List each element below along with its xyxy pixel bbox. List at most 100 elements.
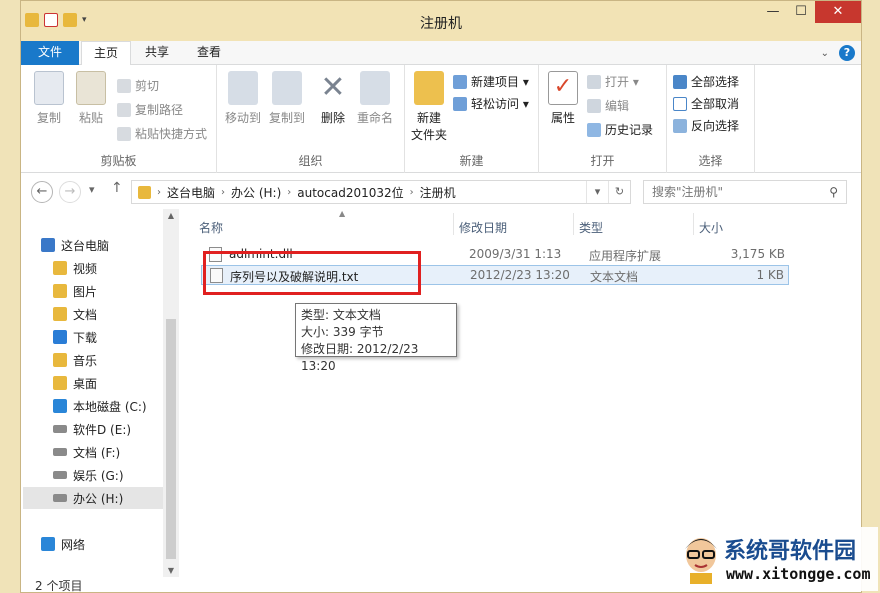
rename-icon — [360, 71, 390, 105]
forward-button[interactable]: → — [59, 181, 81, 203]
copy-to-button[interactable]: 复制到 — [265, 71, 309, 126]
breadcrumb-drive-h[interactable]: 办公 (H:) — [231, 184, 281, 201]
rename-button[interactable]: 重命名 — [353, 71, 397, 126]
nav-item-network[interactable]: 网络 — [41, 533, 85, 555]
breadcrumb-separator: › — [409, 186, 414, 198]
properties-check-icon: ✓ — [548, 71, 578, 105]
tab-view[interactable]: 查看 — [185, 41, 233, 65]
nav-item-drive-f[interactable]: 文档 (F:) — [53, 441, 120, 463]
tab-home[interactable]: 主页 — [81, 41, 132, 66]
breadcrumb-this-pc[interactable]: 这台电脑 — [167, 184, 215, 201]
invert-selection-icon — [673, 118, 687, 133]
delete-x-icon: ✕ — [320, 70, 346, 105]
tab-share[interactable]: 共享 — [133, 41, 181, 65]
nav-item-drive-h[interactable]: 办公 (H:) — [23, 487, 163, 509]
history-button[interactable]: 历史记录 — [587, 121, 653, 138]
breadcrumb-autocad-folder[interactable]: autocad201032位 — [297, 184, 403, 201]
column-header-type[interactable]: 类型 — [579, 219, 603, 236]
tooltip-type: 类型: 文本文档 — [301, 308, 381, 322]
breadcrumb-current-folder[interactable]: 注册机 — [420, 184, 456, 201]
up-button[interactable]: ↑ — [111, 180, 123, 196]
column-divider[interactable] — [693, 213, 694, 235]
window-controls: — ☐ ✕ — [759, 1, 861, 23]
edit-button[interactable]: 编辑 — [587, 97, 629, 114]
select-all-icon — [673, 74, 687, 89]
open-button[interactable]: 打开 ▾ — [587, 73, 639, 90]
select-all-button[interactable]: 全部选择 — [673, 73, 739, 90]
easy-access-icon — [453, 96, 467, 111]
file-list: ▲ 名称 修改日期 类型 大小 adlmint.dll 2009/3/31 1:… — [191, 209, 861, 579]
nav-item-drive-e[interactable]: 软件D (E:) — [53, 418, 131, 440]
new-folder-icon — [414, 71, 444, 105]
properties-button[interactable]: ✓ 属性 — [545, 71, 581, 126]
minimize-button[interactable]: — — [759, 1, 787, 23]
nav-item-downloads[interactable]: 下载 — [53, 326, 97, 348]
delete-button[interactable]: ✕ 删除 — [315, 71, 351, 126]
nav-pane-scrollbar[interactable]: ▲ ▼ — [163, 209, 179, 577]
column-header-date[interactable]: 修改日期 — [459, 219, 507, 236]
organize-group: 移动到 复制到 ✕ 删除 重命名 组织 — [217, 65, 405, 173]
search-icon[interactable]: ⚲ — [829, 181, 838, 203]
watermark-title: 系统哥软件园 — [724, 539, 857, 564]
paste-shortcut-button[interactable]: 粘贴快捷方式 — [117, 125, 207, 142]
select-none-button[interactable]: 全部取消 — [673, 95, 739, 112]
help-icon[interactable]: ? — [839, 45, 855, 61]
watermark-logo: 系统哥软件园 www.xitongge.com — [676, 527, 878, 591]
copy-path-icon — [117, 102, 131, 117]
back-button[interactable]: ← — [31, 181, 53, 203]
select-none-icon — [673, 96, 687, 111]
ribbon-tabs: 文件 主页 共享 查看 ⌄ ? — [21, 41, 861, 66]
select-group-label: 选择 — [698, 154, 723, 168]
watermark-url: www.xitongge.com — [726, 565, 871, 583]
scroll-up-arrow[interactable]: ▲ — [163, 211, 179, 220]
address-bar[interactable]: › 这台电脑 › 办公 (H:) › autocad201032位 › 注册机 … — [131, 180, 631, 204]
search-placeholder: 搜索"注册机" — [652, 185, 724, 199]
paste-button[interactable]: 粘贴 — [71, 71, 111, 126]
search-input[interactable]: 搜索"注册机" ⚲ — [643, 180, 847, 204]
copy-button[interactable]: 复制 — [29, 71, 69, 126]
edit-icon — [587, 98, 601, 113]
move-to-button[interactable]: 移动到 — [221, 71, 265, 126]
open-group: ✓ 属性 打开 ▾ 编辑 历史记录 打开 — [539, 65, 667, 173]
scroll-down-arrow[interactable]: ▼ — [163, 566, 179, 575]
file-tooltip: 类型: 文本文档 大小: 339 字节 修改日期: 2012/2/23 13:2… — [295, 303, 457, 373]
address-history-dropdown[interactable]: ▾ — [586, 181, 608, 203]
cut-button[interactable]: 剪切 — [117, 77, 159, 94]
ribbon-expand-icon[interactable]: ⌄ — [821, 48, 829, 59]
nav-item-documents[interactable]: 文档 — [53, 303, 97, 325]
nav-item-drive-c[interactable]: 本地磁盘 (C:) — [53, 395, 147, 417]
easy-access-button[interactable]: 轻松访问 ▾ — [453, 95, 529, 112]
nav-item-videos[interactable]: 视频 — [53, 257, 97, 279]
nav-item-this-pc[interactable]: 这台电脑 — [41, 234, 109, 256]
new-item-button[interactable]: 新建项目 ▾ — [453, 73, 529, 90]
highlight-box — [203, 251, 421, 295]
new-group-label: 新建 — [459, 154, 484, 168]
column-divider[interactable] — [453, 213, 454, 235]
tab-file[interactable]: 文件 — [21, 41, 79, 65]
maximize-button[interactable]: ☐ — [787, 1, 815, 23]
nav-item-desktop[interactable]: 桌面 — [53, 372, 97, 394]
column-divider[interactable] — [573, 213, 574, 235]
sort-ascending-icon: ▲ — [339, 209, 346, 218]
drive-icon — [53, 494, 67, 502]
videos-folder-icon — [53, 261, 67, 275]
close-button[interactable]: ✕ — [815, 1, 861, 23]
refresh-icon[interactable]: ↻ — [608, 181, 630, 203]
invert-selection-button[interactable]: 反向选择 — [673, 117, 739, 134]
paste-icon — [76, 71, 106, 105]
nav-item-drive-g[interactable]: 娱乐 (G:) — [53, 464, 124, 486]
clipboard-group-label: 剪贴板 — [100, 154, 137, 168]
copy-path-button[interactable]: 复制路径 — [117, 101, 183, 118]
desktop-folder-icon — [53, 376, 67, 390]
nav-item-pictures[interactable]: 图片 — [53, 280, 97, 302]
scrollbar-thumb[interactable] — [166, 319, 176, 559]
title-bar: ▾ 注册机 — ☐ ✕ — [21, 1, 861, 41]
column-header-size[interactable]: 大小 — [699, 219, 723, 236]
drive-icon — [53, 448, 67, 456]
nav-item-music[interactable]: 音乐 — [53, 349, 97, 371]
history-icon — [587, 122, 601, 137]
column-header-name[interactable]: 名称 — [199, 219, 223, 236]
recent-locations-dropdown[interactable]: ▾ — [89, 183, 95, 196]
new-folder-button[interactable]: 新建 文件夹 — [409, 71, 449, 143]
file-date: 2012/2/23 13:20 — [470, 268, 570, 282]
